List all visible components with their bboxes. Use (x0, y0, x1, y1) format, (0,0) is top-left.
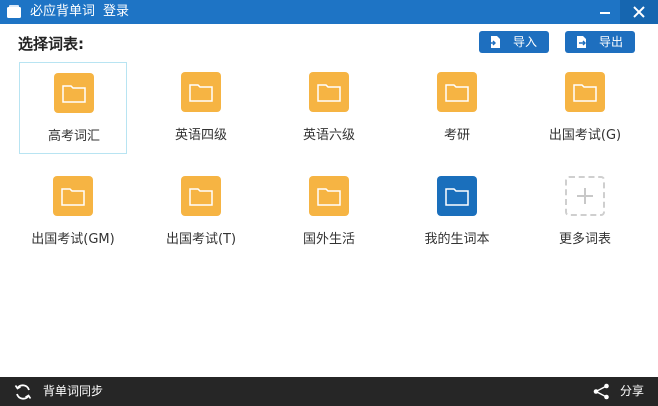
share-icon[interactable] (593, 383, 610, 400)
wordlist-label: 英语四级 (174, 128, 227, 143)
title-bar: 必应背单词 登录 (0, 0, 658, 24)
wordlist-label: 更多词表 (558, 232, 611, 247)
close-icon (633, 6, 645, 18)
wordlist-label: 我的生词本 (424, 232, 490, 247)
folder-icon (181, 72, 221, 112)
login-link[interactable]: 登录 (103, 4, 129, 19)
wordlist-abroad-g[interactable]: 出国考试(G) (531, 62, 639, 154)
app-name: 必应背单词 (30, 4, 96, 19)
wordlist-label: 考研 (443, 128, 470, 143)
wordlist-label: 英语六级 (302, 128, 355, 143)
wordlist-cet6[interactable]: 英语六级 (275, 62, 383, 154)
share-button[interactable]: 分享 (620, 384, 644, 399)
folder-icon (437, 176, 477, 216)
import-button[interactable]: 导入 (479, 31, 549, 53)
folder-icon (181, 176, 221, 216)
export-button[interactable]: 导出 (565, 31, 635, 53)
sync-icon[interactable] (14, 383, 32, 401)
folder-icon (437, 72, 477, 112)
import-label: 导入 (513, 35, 538, 49)
wordlist-abroad-gm[interactable]: 出国考试(GM) (19, 166, 127, 258)
import-icon (489, 36, 500, 48)
wordlist-abroad-t[interactable]: 出国考试(T) (147, 166, 255, 258)
app-title: 必应背单词 登录 (30, 4, 129, 20)
folder-icon (53, 176, 93, 216)
wordlist-label: 高考词汇 (47, 129, 100, 144)
wordlist-label: 出国考试(GM) (31, 232, 115, 247)
folder-icon (54, 73, 94, 113)
wordlist-life-abroad[interactable]: 国外生活 (275, 166, 383, 258)
wordlist-label: 出国考试(G) (548, 128, 622, 143)
wordlist-cet4[interactable]: 英语四级 (147, 62, 255, 154)
wordlist-gaokao[interactable]: 高考词汇 (19, 62, 127, 154)
export-label: 导出 (599, 35, 624, 49)
app-logo-icon (7, 5, 21, 18)
wordlist-label: 国外生活 (302, 232, 355, 247)
folder-icon (309, 72, 349, 112)
close-button[interactable] (620, 0, 658, 24)
page-title: 选择词表: (18, 35, 84, 53)
plus-icon (565, 176, 605, 216)
wordlist-my-vocabulary[interactable]: 我的生词本 (403, 166, 511, 258)
export-icon (577, 36, 586, 48)
folder-icon (565, 72, 605, 112)
minimize-button[interactable] (590, 0, 620, 24)
wordlist-more[interactable]: 更多词表 (531, 166, 639, 258)
folder-icon (309, 176, 349, 216)
footer-bar: 背单词同步 分享 (0, 377, 658, 406)
minimize-icon (600, 12, 610, 14)
sync-button[interactable]: 背单词同步 (43, 384, 103, 399)
wordlist-kaoyan[interactable]: 考研 (403, 62, 511, 154)
wordlist-label: 出国考试(T) (165, 232, 237, 247)
